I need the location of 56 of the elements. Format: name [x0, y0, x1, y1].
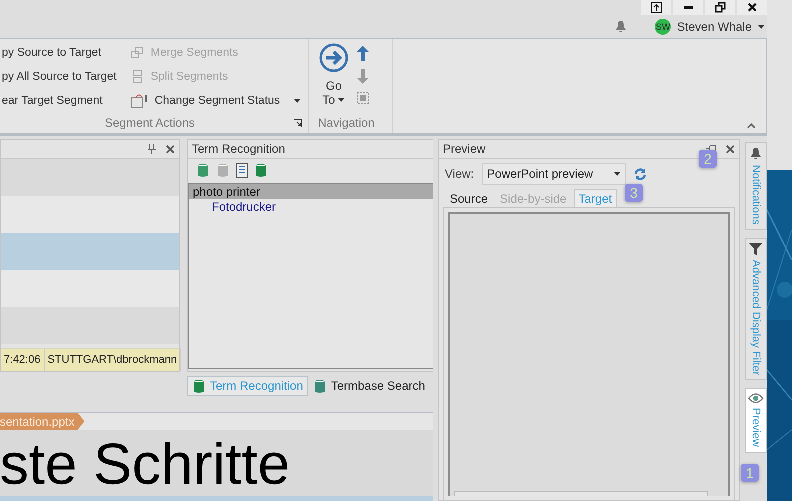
slide-heading: ste Schritte [0, 434, 292, 496]
go-to-button[interactable]: Go To [315, 43, 353, 113]
database-icon[interactable] [254, 162, 268, 178]
arrow-down-icon[interactable] [357, 69, 369, 84]
caret-icon [614, 172, 622, 176]
merge-icon [130, 46, 145, 58]
dialog-launcher-icon[interactable] [294, 119, 302, 127]
upload-button[interactable] [641, 0, 671, 15]
list-document-icon[interactable] [236, 162, 248, 178]
ribbon-button[interactable]: py Source to Target [0, 43, 119, 62]
restore-button[interactable] [705, 0, 735, 15]
selection-icon[interactable] [357, 92, 369, 104]
pin-icon[interactable] [706, 145, 716, 153]
view-dropdown[interactable]: PowerPoint preview [482, 163, 626, 185]
minimize-icon [684, 6, 692, 9]
callout-badge: 3 [625, 184, 643, 202]
ribbon-button[interactable]: py All Source to Target [0, 67, 119, 86]
term-item[interactable]: photo printer [189, 184, 433, 199]
group-label: Segment Actions [104, 116, 196, 130]
close-button[interactable] [737, 0, 767, 15]
callout-badge: 1 [741, 464, 759, 482]
filter-icon [749, 242, 763, 256]
bell-icon[interactable] [615, 20, 628, 34]
caret-icon [294, 98, 302, 102]
view-label: View: [445, 167, 474, 181]
arrow-up-icon[interactable] [357, 46, 369, 61]
panel-tab[interactable]: Termbase Search [308, 376, 430, 396]
group-label: Navigation [318, 116, 375, 130]
close-icon[interactable] [166, 144, 175, 154]
caret-icon [338, 98, 346, 102]
restore-icon [714, 2, 726, 13]
view-tab[interactable]: Source [445, 189, 494, 207]
eye-icon [748, 393, 764, 404]
panel-title: Preview [443, 142, 487, 156]
user-avatar[interactable]: SW [655, 18, 672, 34]
dropdown-caret-icon [758, 24, 765, 28]
upload-icon [650, 2, 662, 13]
collapse-chevron-icon[interactable] [747, 123, 756, 129]
callout-badge: 2 [699, 150, 717, 168]
status-cell: 7:42:06 [1, 349, 45, 371]
term-translation[interactable]: Fotodrucker [189, 199, 433, 214]
bell-icon [750, 147, 762, 161]
document-status-icon [130, 92, 149, 108]
close-icon [748, 3, 756, 12]
status-cell: STUTTGART\dbrockmann [44, 349, 182, 371]
ribbon-button[interactable]: ear Target Segment [0, 91, 119, 110]
pin-icon[interactable] [148, 144, 156, 154]
minimize-button[interactable] [673, 0, 703, 15]
split-icon [130, 70, 145, 84]
database-icon[interactable] [192, 378, 206, 394]
panel-title: Term Recognition [192, 142, 286, 156]
close-icon[interactable] [726, 144, 735, 154]
ribbon-button[interactable]: Change Segment Status [128, 91, 304, 110]
user-name[interactable]: Steven Whale [677, 20, 752, 34]
arrow-right-circle-icon [319, 43, 349, 73]
refresh-icon[interactable] [634, 168, 648, 180]
